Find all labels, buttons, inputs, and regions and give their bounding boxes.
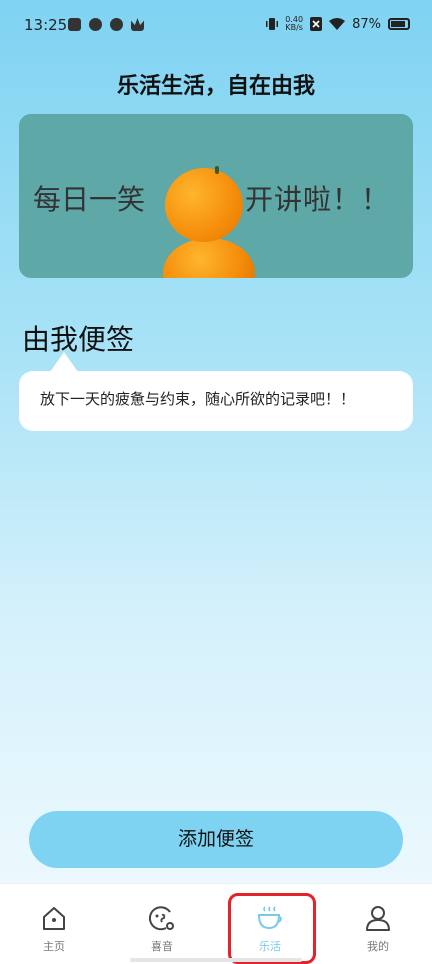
add-note-button[interactable]: 添加便签	[29, 811, 403, 868]
tab-label: 我的	[367, 940, 389, 953]
notes-hint-bubble: 放下一天的疲惫与约束，随心所欲的记录吧！！	[19, 371, 413, 431]
tab-music[interactable]: 喜音	[132, 904, 192, 954]
status-bar: 13:25 0.40 KB/s 87%	[0, 0, 432, 52]
orange-image	[165, 168, 243, 242]
tab-mine[interactable]: 我的	[348, 904, 408, 954]
status-right: 0.40 KB/s 87%	[266, 16, 410, 32]
crown-icon	[131, 18, 144, 31]
wifi-icon	[329, 17, 346, 31]
orange-image	[163, 238, 255, 278]
battery-icon	[388, 18, 410, 30]
page-title: 乐活生活，自在由我	[116, 74, 315, 99]
tab-home[interactable]: 主页	[24, 904, 84, 954]
tab-label: 主页	[43, 940, 65, 953]
banner-text-right: 开讲啦！！	[245, 183, 391, 216]
app-notification-icon	[89, 18, 102, 31]
bottom-tab-bar: 主页 喜音 乐活 我的	[0, 883, 432, 964]
person-icon	[366, 906, 390, 931]
home-indicator	[130, 958, 302, 962]
sim-off-icon	[310, 17, 323, 31]
notes-section-title: 由我便签	[22, 323, 135, 356]
app-notification-icon	[68, 18, 81, 31]
music-icon	[149, 906, 174, 931]
vibrate-icon	[266, 17, 279, 31]
home-icon	[43, 907, 65, 930]
battery-percent: 87%	[352, 16, 381, 32]
daily-joke-banner[interactable]: 每日一笑 开讲啦！！	[19, 114, 413, 278]
bubble-tail	[50, 352, 78, 372]
notification-icons	[68, 18, 144, 31]
banner-text-left: 每日一笑	[33, 183, 146, 216]
net-speed: 0.40 KB/s	[285, 16, 303, 32]
highlight-box	[228, 893, 316, 964]
tab-label: 喜音	[151, 940, 173, 953]
bubble-text: 放下一天的疲惫与约束，随心所欲的记录吧！！	[40, 390, 356, 408]
net-speed-unit: KB/s	[285, 23, 303, 32]
status-time: 13:25	[24, 16, 68, 34]
orange-stem	[215, 166, 219, 174]
wechat-icon	[110, 18, 123, 31]
